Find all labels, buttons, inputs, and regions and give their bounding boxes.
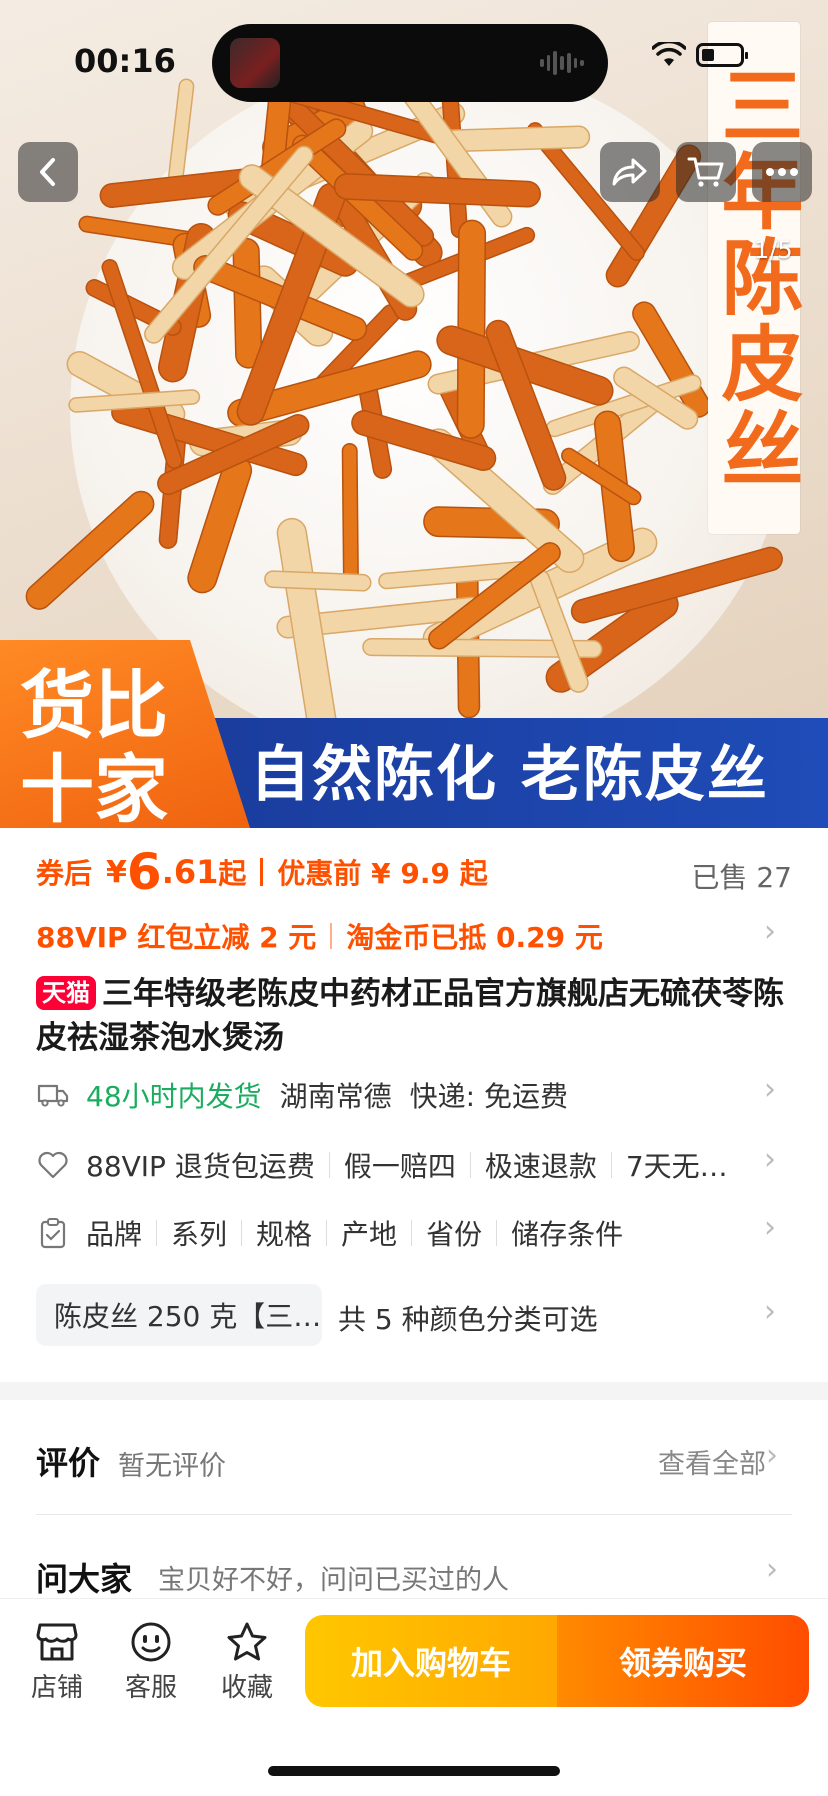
peel-strip (341, 442, 359, 589)
vertical-banner: 三年陈皮丝 (707, 22, 802, 534)
divider-line (36, 1514, 792, 1515)
ship-express: 快递: 免运费 (409, 1080, 568, 1113)
clipboard-icon (36, 1216, 70, 1250)
sku-selected-chip[interactable]: 陈皮丝 250 克【三… (36, 1284, 322, 1346)
param-item: 规格 (256, 1218, 313, 1251)
price-divider (260, 858, 264, 886)
param-divider (241, 1220, 243, 1246)
guarantee-row[interactable]: 88VIP 退货包运费 假一赔四 极速退款 7天无… (36, 1140, 792, 1190)
hero-bottom-banner: 自然陈化 老陈皮丝 货比十家 (0, 640, 828, 828)
cart-button[interactable] (676, 142, 736, 202)
service-tab[interactable]: 客服 (116, 1621, 186, 1704)
add-to-cart-button[interactable]: 加入购物车 (305, 1615, 557, 1707)
favorite-tab[interactable]: 收藏 (212, 1621, 282, 1704)
cart-icon (687, 157, 724, 187)
share-button[interactable] (600, 142, 660, 202)
peel-strip (168, 78, 195, 184)
sku-more-options[interactable]: 共 5 种颜色分类可选 (338, 1298, 598, 1338)
back-button[interactable] (18, 142, 78, 202)
dynamic-island (212, 24, 608, 102)
price-integer: 6 (126, 843, 162, 901)
guarantee-item: 88VIP 退货包运费 (86, 1150, 315, 1183)
favorite-label: 收藏 (220, 1673, 273, 1703)
status-icons (652, 42, 748, 68)
guarantee-divider (328, 1152, 330, 1178)
guarantee-item: 假一赔四 (343, 1150, 456, 1183)
param-item: 省份 (426, 1218, 483, 1251)
guarantee-divider (610, 1152, 612, 1178)
audio-wave-icon (540, 50, 585, 76)
reviews-title: 评价 (36, 1444, 101, 1482)
section-divider (0, 1382, 828, 1400)
chevron-right-icon: › (764, 1210, 776, 1245)
shipping-row[interactable]: 48小时内发货 湖南常德 快递: 免运费 (36, 1070, 792, 1120)
price-row: 券后 ¥ 6 .61 起 优惠前 ¥ 9.9 起 (36, 832, 792, 912)
star-icon (227, 1622, 267, 1661)
vip-promo: 88VIP 红包立减 2 元 (36, 921, 317, 954)
param-item: 品牌 (86, 1218, 143, 1251)
peel-strip (25, 490, 155, 610)
param-item: 产地 (341, 1218, 398, 1251)
param-divider (326, 1220, 328, 1246)
chevron-right-icon: › (764, 914, 776, 949)
coin-promo: 淘金币已抵 0.29 元 (346, 921, 603, 954)
share-icon (612, 158, 647, 186)
peel-strip (264, 570, 372, 592)
tmall-badge: 天猫 (36, 976, 96, 1010)
param-divider (411, 1220, 413, 1246)
product-title: 天猫 三年特级老陈皮中药材正品官方旗舰店无硫茯苓陈皮祛湿茶泡水煲汤 (36, 972, 796, 1060)
param-item: 储存条件 (511, 1218, 624, 1251)
wifi-icon (652, 42, 686, 66)
more-dots-icon (766, 168, 798, 176)
vertical-banner-text: 三年陈皮丝 (707, 63, 802, 493)
qa-title[interactable]: 问大家 (36, 1554, 132, 1600)
coupon-buy-button[interactable]: 领券购买 (557, 1615, 809, 1707)
store-tab[interactable]: 店铺 (22, 1621, 92, 1704)
after-coupon-label: 券后 (36, 857, 93, 890)
product-title-text: 三年特级老陈皮中药材正品官方旗舰店无硫茯苓陈皮祛湿茶泡水煲汤 (36, 976, 784, 1056)
peel-strip (232, 237, 263, 369)
service-label: 客服 (124, 1673, 177, 1703)
peel-strip (485, 319, 567, 491)
promo-row[interactable]: 88VIP 红包立减 2 元 淘金币已抵 0.29 元 (36, 912, 792, 960)
guarantee-item: 7天无… (625, 1150, 728, 1183)
price-before-discount: 优惠前 ¥ 9.9 起 (277, 857, 488, 890)
store-icon (36, 1623, 78, 1661)
price-currency: ¥ (106, 854, 127, 890)
view-all-reviews-link[interactable]: 查看全部 (658, 1442, 766, 1481)
guarantee-divider (469, 1152, 471, 1178)
more-button[interactable] (752, 142, 812, 202)
image-counter: 1/5 (754, 236, 793, 264)
param-divider (496, 1220, 498, 1246)
chevron-right-icon: › (766, 1552, 778, 1587)
reviews-empty-text: 暂无评价 (118, 1451, 226, 1482)
chevron-right-icon: › (764, 1142, 776, 1177)
store-label: 店铺 (30, 1673, 83, 1703)
truck-icon (36, 1078, 70, 1112)
now-playing-artwork (230, 38, 280, 88)
product-image-carousel[interactable]: 三年陈皮丝 自然陈化 老陈皮丝 货比十家 1/5 (0, 0, 828, 828)
heart-shield-icon (36, 1148, 70, 1182)
sold-count: 已售 27 (691, 861, 792, 894)
ship-origin: 湖南常德 (279, 1080, 392, 1113)
orange-badge-text: 货比十家 (20, 663, 168, 828)
battery-icon (696, 43, 748, 67)
guarantee-item: 极速退款 (484, 1150, 597, 1183)
chevron-left-icon (40, 158, 55, 186)
chevron-right-icon: › (764, 1294, 776, 1329)
ship-time: 48小时内发货 (86, 1080, 262, 1113)
promo-divider (330, 923, 333, 949)
param-item: 系列 (171, 1218, 228, 1251)
price-suffix: 起 (218, 857, 247, 890)
status-time: 00:16 (74, 42, 176, 80)
home-indicator (268, 1766, 560, 1776)
service-smile-icon (131, 1622, 171, 1662)
blue-banner-text: 自然陈化 老陈皮丝 (250, 740, 769, 810)
param-divider (156, 1220, 158, 1246)
qa-subtitle[interactable]: 宝贝好不好，问问已买过的人 (158, 1558, 509, 1597)
chevron-right-icon: › (766, 1438, 778, 1473)
params-row[interactable]: 品牌 系列 规格 产地 省份 储存条件 (36, 1208, 792, 1258)
price-decimal: .61 (161, 853, 219, 891)
chevron-right-icon: › (764, 1072, 776, 1107)
